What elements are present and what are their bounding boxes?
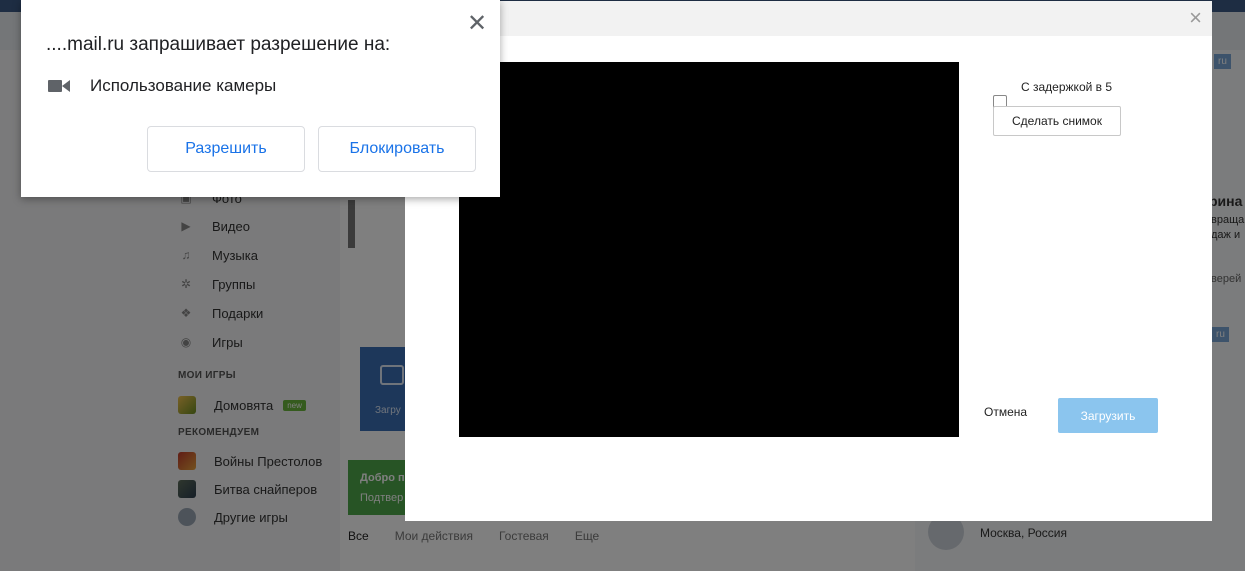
video-camera-icon	[48, 78, 70, 94]
close-icon[interactable]: ✕	[467, 12, 487, 36]
permission-item-label: Использование камеры	[90, 76, 277, 95]
camera-permission-prompt: ....mail.ru запрашивает разрешение на: ✕…	[21, 0, 500, 197]
permission-title: ....mail.ru запрашивает разрешение на:	[46, 34, 391, 55]
cancel-link[interactable]: Отмена	[984, 405, 1027, 419]
upload-button[interactable]: Загрузить	[1058, 398, 1158, 433]
block-button[interactable]: Блокировать	[318, 126, 476, 172]
close-icon[interactable]: ×	[1189, 7, 1202, 29]
delay-option: С задержкой в 5	[993, 79, 1153, 109]
dialog-header	[405, 1, 1212, 36]
allow-button[interactable]: Разрешить	[147, 126, 305, 172]
permission-item: Использование камеры	[48, 76, 276, 96]
take-snapshot-button[interactable]: Сделать снимок	[993, 106, 1121, 136]
camera-capture-dialog: × С задержкой в 5 Сделать снимок Отмена …	[405, 1, 1212, 521]
delay-label: С задержкой в 5	[1021, 80, 1113, 94]
camera-preview	[459, 62, 959, 437]
